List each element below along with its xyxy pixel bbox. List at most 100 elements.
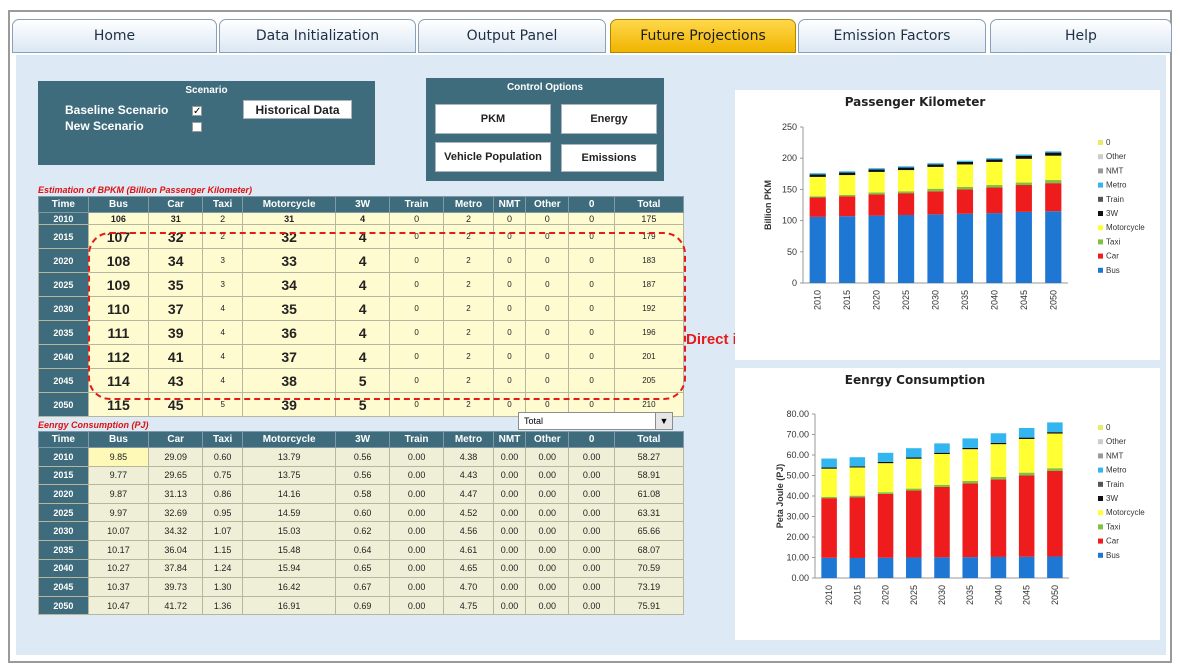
table-cell[interactable]: 0.65	[335, 558, 391, 579]
table-cell[interactable]: 10.27	[87, 558, 150, 579]
table-cell[interactable]: 0.86	[202, 484, 244, 504]
table-cell[interactable]: 4	[335, 212, 391, 225]
table-cell[interactable]: 0.00	[492, 558, 527, 579]
table-cell[interactable]: 0.60	[335, 502, 391, 523]
tab-help[interactable]: Help	[990, 19, 1172, 53]
table-cell[interactable]: 0.75	[202, 465, 244, 486]
table-cell[interactable]: 31.13	[148, 484, 204, 504]
table-cell[interactable]: 0.00	[492, 577, 527, 597]
table-cell[interactable]: 14.59	[242, 502, 337, 523]
table-cell[interactable]: 4.70	[443, 577, 494, 597]
table-cell[interactable]: 2	[202, 212, 244, 225]
table-cell[interactable]: 0.69	[335, 595, 391, 616]
energy-type-select[interactable]: Total ▼	[518, 412, 673, 430]
table-cell[interactable]: 0.60	[202, 447, 244, 467]
table-cell[interactable]: 9.97	[87, 502, 150, 523]
table-cell[interactable]: 0.00	[389, 539, 445, 560]
table-cell[interactable]: 14.16	[242, 484, 337, 504]
table-cell[interactable]: 41.72	[148, 595, 204, 616]
tab-output-panel[interactable]: Output Panel	[418, 19, 606, 53]
table-cell[interactable]: 29.65	[148, 465, 204, 486]
table-cell[interactable]: 0.00	[492, 539, 527, 560]
table-cell[interactable]: 4.38	[443, 447, 494, 467]
table-cell[interactable]: 0.00	[568, 577, 615, 597]
table-cell[interactable]: 0.00	[492, 484, 527, 504]
table-cell[interactable]: 58.27	[613, 447, 685, 467]
table-cell[interactable]: 0.56	[335, 465, 391, 486]
table-cell[interactable]: 0	[568, 212, 615, 225]
table-cell[interactable]: 0.00	[525, 502, 570, 523]
historical-data-button[interactable]: Historical Data	[243, 100, 352, 119]
tab-data-initialization[interactable]: Data Initialization	[219, 19, 416, 53]
table-cell[interactable]: 16.91	[242, 595, 337, 616]
table-cell[interactable]: 9.87	[87, 484, 150, 504]
table-cell[interactable]: 10.47	[87, 595, 150, 616]
table-cell[interactable]: 0.00	[492, 521, 527, 541]
table-cell[interactable]: 0.00	[492, 465, 527, 486]
table-cell[interactable]: 10.17	[87, 539, 150, 560]
new-scenario-checkbox[interactable]	[192, 122, 202, 132]
table-cell[interactable]: 0.00	[525, 484, 570, 504]
table-cell[interactable]: 0.00	[568, 558, 615, 579]
table-cell[interactable]: 0	[389, 212, 445, 225]
table-cell[interactable]: 0.00	[389, 465, 445, 486]
table-cell[interactable]: 4.61	[443, 539, 494, 560]
table-cell[interactable]: 0.00	[492, 447, 527, 467]
table-cell[interactable]: 0.95	[202, 502, 244, 523]
baseline-scenario-checkbox[interactable]: ✓	[192, 106, 202, 117]
table-cell[interactable]: 0.00	[525, 577, 570, 597]
table-cell[interactable]: 68.07	[613, 539, 685, 560]
table-cell[interactable]: 36.04	[148, 539, 204, 560]
energy-button[interactable]: Energy	[561, 104, 657, 134]
table-cell[interactable]: 16.42	[242, 577, 337, 597]
table-cell[interactable]: 0.00	[389, 447, 445, 467]
table-cell[interactable]: 0.00	[492, 595, 527, 616]
table-cell[interactable]: 1.36	[202, 595, 244, 616]
table-cell[interactable]: 0.00	[525, 539, 570, 560]
tab-emission-factors[interactable]: Emission Factors	[798, 19, 986, 53]
table-cell[interactable]: 58.91	[613, 465, 685, 486]
table-cell[interactable]: 0.00	[525, 558, 570, 579]
table-cell[interactable]: 0.00	[389, 502, 445, 523]
tab-home[interactable]: Home	[12, 19, 217, 53]
table-cell[interactable]: 106	[87, 212, 150, 225]
table-cell[interactable]: 75.91	[613, 595, 685, 616]
table-cell[interactable]: 4.52	[443, 502, 494, 523]
table-cell[interactable]: 13.75	[242, 465, 337, 486]
table-cell[interactable]: 34.32	[148, 521, 204, 541]
table-cell[interactable]: 32.69	[148, 502, 204, 523]
table-cell[interactable]: 0.00	[568, 484, 615, 504]
table-cell[interactable]: 0.00	[389, 484, 445, 504]
table-cell[interactable]: 0.00	[525, 521, 570, 541]
table-cell[interactable]: 0.00	[389, 577, 445, 597]
table-cell[interactable]: 15.48	[242, 539, 337, 560]
table-cell[interactable]: 2	[443, 212, 494, 225]
table-cell[interactable]: 0.00	[568, 465, 615, 486]
tab-future-projections[interactable]: Future Projections	[610, 19, 796, 53]
table-cell[interactable]: 70.59	[613, 558, 685, 579]
table-cell[interactable]: 0.00	[389, 558, 445, 579]
table-cell[interactable]: 0	[492, 212, 527, 225]
pkm-button[interactable]: PKM	[435, 104, 551, 134]
table-cell[interactable]: 15.94	[242, 558, 337, 579]
vehicle-population-button[interactable]: Vehicle Population	[435, 142, 551, 172]
table-cell[interactable]: 31	[148, 212, 204, 225]
emissions-button[interactable]: Emissions	[561, 144, 657, 172]
table-cell[interactable]: 31	[242, 212, 337, 225]
table-cell[interactable]: 10.07	[87, 521, 150, 541]
table-cell[interactable]: 9.77	[87, 465, 150, 486]
table-cell[interactable]: 0.58	[335, 484, 391, 504]
table-cell[interactable]: 1.30	[202, 577, 244, 597]
table-cell[interactable]: 37.84	[148, 558, 204, 579]
table-cell[interactable]: 61.08	[613, 484, 685, 504]
table-cell[interactable]: 0.62	[335, 521, 391, 541]
table-cell[interactable]: 39.73	[148, 577, 204, 597]
table-cell[interactable]: 13.79	[242, 447, 337, 467]
table-cell[interactable]: 0.64	[335, 539, 391, 560]
table-cell[interactable]: 1.07	[202, 521, 244, 541]
table-cell[interactable]: 0.00	[568, 502, 615, 523]
table-cell[interactable]: 15.03	[242, 521, 337, 541]
table-cell[interactable]: 4.47	[443, 484, 494, 504]
table-cell[interactable]: 0.00	[525, 465, 570, 486]
table-cell[interactable]: 0.00	[568, 447, 615, 467]
